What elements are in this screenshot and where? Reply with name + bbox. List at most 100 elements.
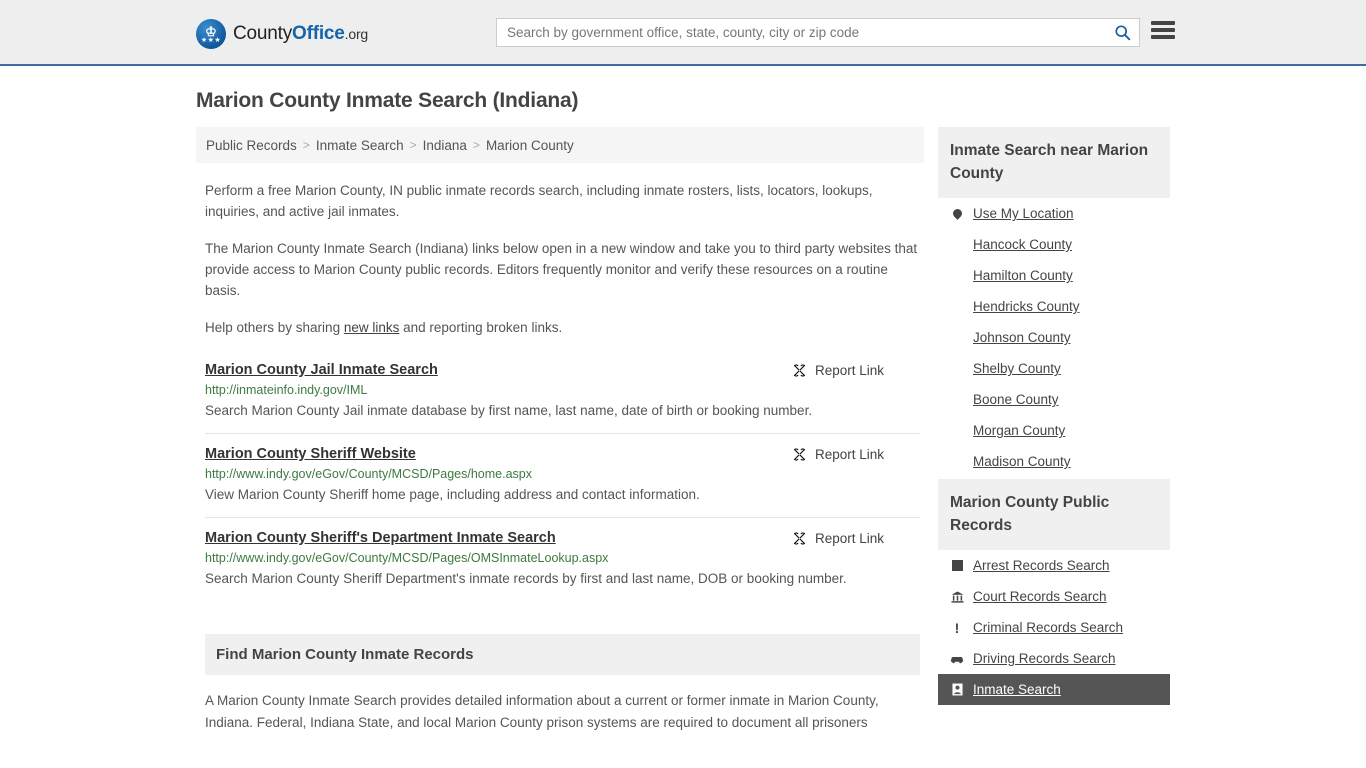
logo-text-county: County [233, 23, 293, 44]
resource-links-list: Marion County Jail Inmate Search Report … [205, 362, 920, 601]
main-content: Public Records > Inmate Search > Indiana… [196, 127, 924, 734]
search-icon [1114, 25, 1130, 41]
sidebar-item-use-my-location[interactable]: Use My Location [938, 198, 1170, 229]
content-columns: Public Records > Inmate Search > Indiana… [196, 127, 1366, 734]
report-link-label: Report Link [814, 363, 884, 378]
broken-link-icon [793, 448, 805, 461]
intro-p3-after: and reporting broken links. [399, 320, 563, 335]
sidebar-link-label[interactable]: Inmate Search [973, 682, 1061, 697]
link-description: Search Marion County Sheriff Department'… [205, 571, 847, 586]
link-url[interactable]: http://inmateinfo.indy.gov/IML [205, 383, 920, 397]
report-link-label: Report Link [814, 447, 884, 462]
sidebar-item-inmate-search[interactable]: Inmate Search [938, 674, 1170, 705]
sidebar-item-morgan-county[interactable]: Morgan County [938, 415, 1170, 446]
breadcrumb-item-2[interactable]: Indiana [423, 138, 467, 153]
link-entry-header: Marion County Sheriff Website Report Lin… [205, 446, 920, 462]
sidebar-link-label[interactable]: Hendricks County [973, 299, 1080, 314]
link-title[interactable]: Marion County Jail Inmate Search [205, 362, 438, 378]
hamburger-menu-icon[interactable] [1151, 19, 1175, 41]
sidebar-item-court-records[interactable]: Court Records Search [938, 581, 1170, 612]
sidebar-link-label[interactable]: Boone County [973, 392, 1059, 407]
breadcrumb-item-3[interactable]: Marion County [486, 138, 574, 153]
sidebar-link-label[interactable]: Use My Location [973, 206, 1074, 221]
link-description: Search Marion County Jail inmate databas… [205, 403, 813, 418]
broken-link-icon [793, 364, 805, 377]
report-link-button[interactable]: Report Link [792, 363, 884, 378]
sidebar-nearby-heading: Inmate Search near Marion County [938, 127, 1170, 198]
search-button[interactable] [1105, 19, 1139, 46]
intro-paragraph-1: Perform a free Marion County, IN public … [205, 183, 873, 219]
sidebar-nearby-list: Use My Location Hancock County Hamilton … [938, 198, 1170, 477]
sidebar-nearby-box: Inmate Search near Marion County Use My … [938, 127, 1170, 477]
sidebar-link-label[interactable]: Shelby County [973, 361, 1061, 376]
logo-text-tld: .org [344, 26, 369, 42]
sidebar-item-hendricks-county[interactable]: Hendricks County [938, 291, 1170, 322]
link-title[interactable]: Marion County Sheriff Website [205, 446, 416, 462]
fingerprint-card-icon [950, 560, 964, 571]
intro-paragraph-2: The Marion County Inmate Search (Indiana… [205, 241, 918, 298]
breadcrumb-separator: > [302, 138, 310, 152]
breadcrumb-separator: > [409, 138, 417, 152]
breadcrumb-item-0[interactable]: Public Records [206, 138, 297, 153]
link-url[interactable]: http://www.indy.gov/eGov/County/MCSD/Pag… [205, 551, 920, 565]
sidebar-link-label[interactable]: Morgan County [973, 423, 1065, 438]
find-records-heading: Find Marion County Inmate Records [205, 634, 920, 675]
sidebar-item-arrest-records[interactable]: Arrest Records Search [938, 550, 1170, 581]
broken-link-icon [793, 532, 805, 545]
id-card-icon [950, 683, 964, 696]
sidebar-link-label[interactable]: Driving Records Search [973, 651, 1116, 666]
sidebar-item-criminal-records[interactable]: ! Criminal Records Search [938, 612, 1170, 643]
breadcrumb-item-1[interactable]: Inmate Search [316, 138, 404, 153]
site-header: ♔ ★★★ CountyOffice.org [0, 0, 1366, 66]
sidebar-item-hamilton-county[interactable]: Hamilton County [938, 260, 1170, 291]
sidebar: Inmate Search near Marion County Use My … [938, 127, 1170, 707]
sidebar-item-driving-records[interactable]: Driving Records Search [938, 643, 1170, 674]
link-entry-header: Marion County Sheriff's Department Inmat… [205, 530, 920, 546]
search-input[interactable] [497, 19, 1105, 46]
find-records-section: Find Marion County Inmate Records A Mari… [205, 634, 920, 734]
site-logo[interactable]: ♔ ★★★ CountyOffice.org [196, 19, 368, 49]
link-entry: Marion County Sheriff's Department Inmat… [205, 517, 920, 601]
sidebar-item-shelby-county[interactable]: Shelby County [938, 353, 1170, 384]
sidebar-link-label[interactable]: Arrest Records Search [973, 558, 1110, 573]
report-link-label: Report Link [814, 531, 884, 546]
stars-icon: ★★★ [200, 37, 222, 44]
link-description: View Marion County Sheriff home page, in… [205, 487, 700, 502]
sidebar-link-label[interactable]: Johnson County [973, 330, 1071, 345]
sidebar-item-johnson-county[interactable]: Johnson County [938, 322, 1170, 353]
link-entry: Marion County Sheriff Website Report Lin… [205, 433, 920, 517]
sidebar-public-records-box: Marion County Public Records Arrest Reco… [938, 479, 1170, 705]
link-title[interactable]: Marion County Sheriff's Department Inmat… [205, 530, 556, 546]
eagle-icon: ♔ ★★★ [196, 19, 226, 49]
sidebar-item-hancock-county[interactable]: Hancock County [938, 229, 1170, 260]
find-records-body: A Marion County Inmate Search provides d… [205, 693, 879, 730]
sidebar-item-madison-county[interactable]: Madison County [938, 446, 1170, 477]
sidebar-public-records-heading: Marion County Public Records [938, 479, 1170, 550]
sidebar-public-records-list: Arrest Records Search Court Records Sear… [938, 550, 1170, 705]
sidebar-link-label[interactable]: Madison County [973, 454, 1071, 469]
courthouse-icon [950, 590, 964, 603]
page-title: Marion County Inmate Search (Indiana) [196, 89, 579, 112]
map-pin-icon [950, 207, 964, 220]
logo-text-office: Office [292, 23, 345, 44]
sidebar-link-label[interactable]: Hancock County [973, 237, 1072, 252]
intro-p3-before: Help others by sharing [205, 320, 344, 335]
breadcrumb: Public Records > Inmate Search > Indiana… [196, 127, 924, 163]
page-container: Marion County Inmate Search (Indiana) Pu… [0, 89, 1366, 734]
report-link-button[interactable]: Report Link [792, 447, 884, 462]
link-entry: Marion County Jail Inmate Search Report … [205, 362, 920, 433]
link-entry-header: Marion County Jail Inmate Search Report … [205, 362, 920, 378]
breadcrumb-separator: > [472, 138, 480, 152]
logo-text: CountyOffice.org [233, 23, 368, 45]
link-url[interactable]: http://www.indy.gov/eGov/County/MCSD/Pag… [205, 467, 920, 481]
intro-paragraph-3: Help others by sharing new links and rep… [205, 317, 920, 338]
search-bar[interactable] [496, 18, 1140, 47]
sidebar-link-label[interactable]: Court Records Search [973, 589, 1107, 604]
sidebar-link-label[interactable]: Hamilton County [973, 268, 1073, 283]
new-links-link[interactable]: new links [344, 320, 400, 335]
sidebar-link-label[interactable]: Criminal Records Search [973, 620, 1123, 635]
car-icon [950, 654, 964, 664]
report-link-button[interactable]: Report Link [792, 531, 884, 546]
exclamation-icon: ! [954, 619, 960, 636]
sidebar-item-boone-county[interactable]: Boone County [938, 384, 1170, 415]
